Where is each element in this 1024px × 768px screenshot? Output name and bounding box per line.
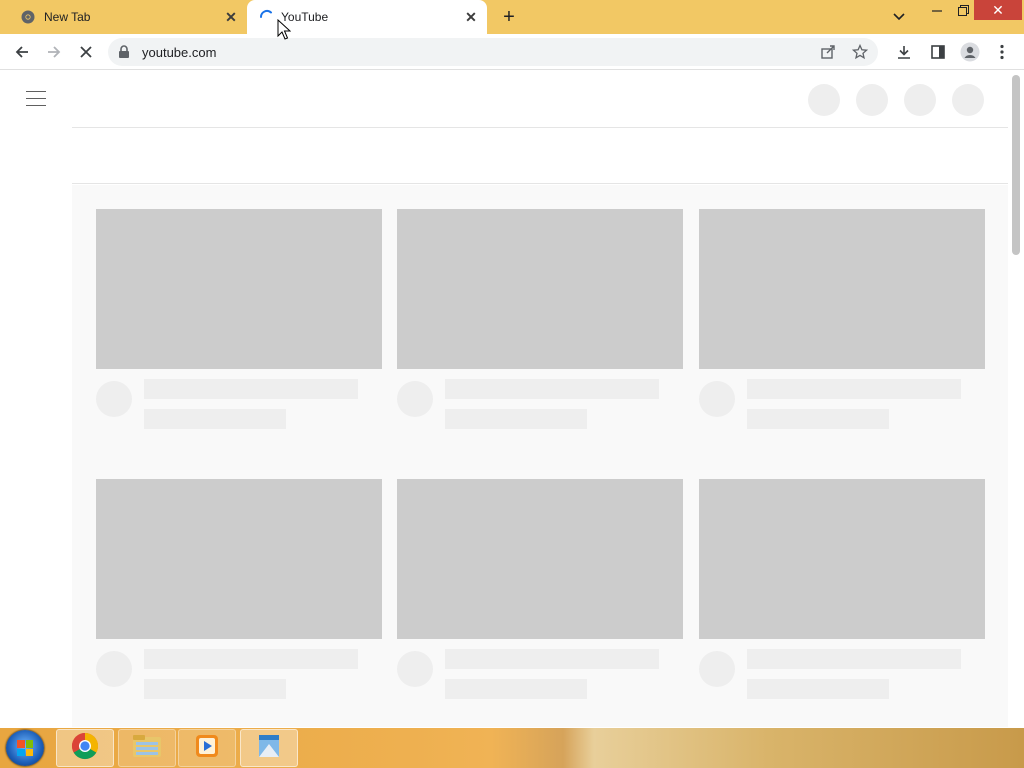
title-placeholder xyxy=(747,649,961,669)
minimize-icon[interactable] xyxy=(926,0,948,20)
file-explorer-taskbar-button[interactable] xyxy=(118,729,176,767)
avatar-placeholder xyxy=(96,381,132,417)
video-feed xyxy=(72,185,1008,727)
lock-icon[interactable] xyxy=(118,45,132,59)
hamburger-menu-icon[interactable] xyxy=(26,91,46,107)
header-placeholder-circle xyxy=(808,84,840,116)
header-placeholder-circle xyxy=(904,84,936,116)
video-card-placeholder xyxy=(397,479,683,699)
title-placeholder xyxy=(445,379,659,399)
avatar-placeholder xyxy=(699,651,735,687)
thumbnail-placeholder xyxy=(96,209,382,369)
loading-spinner-icon xyxy=(259,9,275,25)
window-app-icon xyxy=(255,732,283,765)
meta-placeholder xyxy=(445,409,587,429)
thumbnail-placeholder xyxy=(699,479,985,639)
meta-placeholder xyxy=(747,409,889,429)
title-placeholder xyxy=(747,379,961,399)
thumbnail-placeholder xyxy=(699,209,985,369)
url-text[interactable]: youtube.com xyxy=(142,45,216,60)
tab-strip: New Tab ✕ YouTube ✕ + ✕ xyxy=(0,0,1024,34)
header-placeholder-circle xyxy=(856,84,888,116)
bookmark-star-icon[interactable] xyxy=(850,42,870,62)
thumbnail-placeholder xyxy=(96,479,382,639)
video-card-placeholder xyxy=(96,479,382,699)
title-placeholder xyxy=(445,649,659,669)
address-bar[interactable]: youtube.com xyxy=(108,38,878,66)
browser-toolbar: youtube.com xyxy=(0,34,1024,70)
forward-arrow-icon[interactable] xyxy=(42,40,66,64)
avatar-placeholder xyxy=(397,651,433,687)
thumbnail-placeholder xyxy=(397,209,683,369)
windows-taskbar xyxy=(0,728,1024,768)
more-menu-icon[interactable] xyxy=(990,40,1014,64)
tab-close-button[interactable]: ✕ xyxy=(221,7,241,27)
share-icon[interactable] xyxy=(818,42,838,62)
media-player-taskbar-button[interactable] xyxy=(178,729,236,767)
tab-new-tab[interactable]: New Tab ✕ xyxy=(0,0,247,34)
download-icon[interactable] xyxy=(892,40,916,64)
page-scrollbar[interactable] xyxy=(1012,75,1020,255)
title-placeholder xyxy=(144,649,358,669)
meta-placeholder xyxy=(747,679,889,699)
tab-search-icon[interactable] xyxy=(888,6,910,28)
profile-avatar-icon[interactable] xyxy=(958,40,982,64)
chrome-icon xyxy=(71,732,99,765)
title-placeholder xyxy=(144,379,358,399)
media-player-icon xyxy=(194,733,220,764)
meta-placeholder xyxy=(144,409,286,429)
avatar-placeholder xyxy=(699,381,735,417)
stop-loading-icon[interactable] xyxy=(74,40,98,64)
tab-close-button[interactable]: ✕ xyxy=(461,7,481,27)
chips-bar-placeholder xyxy=(72,128,1008,184)
new-tab-button[interactable]: + xyxy=(497,6,521,28)
tab-title: New Tab xyxy=(44,10,91,24)
video-card-placeholder xyxy=(397,209,683,429)
back-arrow-icon[interactable] xyxy=(10,40,34,64)
windows-logo-icon xyxy=(17,740,33,756)
youtube-loading-page xyxy=(0,71,1024,727)
video-card-placeholder xyxy=(96,209,382,429)
chrome-icon xyxy=(20,9,36,25)
restore-icon[interactable] xyxy=(952,0,974,20)
video-card-placeholder xyxy=(699,209,985,429)
meta-placeholder xyxy=(445,679,587,699)
header-placeholder-circle xyxy=(952,84,984,116)
start-button[interactable] xyxy=(6,730,44,766)
tab-title: YouTube xyxy=(281,10,329,24)
mouse-cursor-icon xyxy=(277,18,292,41)
window-app-taskbar-button[interactable] xyxy=(240,729,298,767)
file-explorer-icon xyxy=(132,733,162,764)
side-panel-icon[interactable] xyxy=(926,40,950,64)
chrome-taskbar-button[interactable] xyxy=(56,729,114,767)
thumbnail-placeholder xyxy=(397,479,683,639)
meta-placeholder xyxy=(144,679,286,699)
avatar-placeholder xyxy=(96,651,132,687)
window-close-button[interactable]: ✕ xyxy=(974,0,1022,20)
video-card-placeholder xyxy=(699,479,985,699)
avatar-placeholder xyxy=(397,381,433,417)
